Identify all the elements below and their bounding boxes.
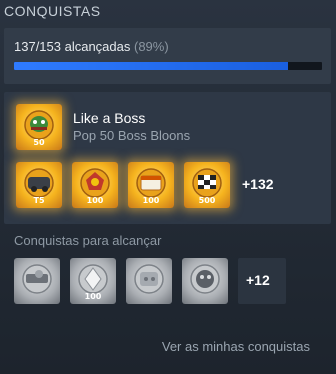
- progress-text: 137/153 alcançadas (89%): [14, 39, 169, 54]
- featured-achievement-icon[interactable]: 50: [16, 104, 62, 150]
- unlocked-achievements: 50 Like a Boss Pop 50 Boss Bloons T5 100: [4, 92, 331, 224]
- featured-badge-label: 50: [33, 138, 45, 147]
- achievement-icon[interactable]: 500: [184, 162, 230, 208]
- achievement-icon[interactable]: T5: [16, 162, 62, 208]
- more-locked-box[interactable]: +12: [238, 258, 286, 304]
- achievements-panel: CONQUISTAS 137/153 alcançadas (89%) 50 L…: [0, 0, 336, 374]
- more-locked-count: +12: [246, 272, 270, 288]
- badge-label: 500: [199, 196, 216, 205]
- badge-label: 100: [85, 292, 102, 301]
- locked-achievement-icon[interactable]: [14, 258, 60, 304]
- locked-achievement-icon[interactable]: [182, 258, 228, 304]
- featured-achievement-title: Like a Boss: [73, 110, 146, 126]
- locked-achievement-icon[interactable]: [126, 258, 172, 304]
- locked-heading: Conquistas para alcançar: [14, 233, 162, 248]
- badge-label: 100: [87, 196, 104, 205]
- progress-bar: [14, 62, 322, 70]
- view-my-achievements-link[interactable]: Ver as minhas conquistas: [162, 339, 310, 354]
- section-title: CONQUISTAS: [4, 3, 101, 19]
- locked-achievements: Conquistas para alcançar 100 +12: [4, 228, 331, 312]
- badge-label: 100: [143, 196, 160, 205]
- badge-label: T5: [33, 196, 44, 205]
- progress-percent: (89%): [134, 39, 169, 54]
- progress-bar-fill: [14, 62, 289, 70]
- progress-box: 137/153 alcançadas (89%): [4, 28, 331, 84]
- progress-summary: 137/153 alcançadas: [14, 39, 131, 54]
- featured-achievement-description: Pop 50 Boss Bloons: [73, 128, 191, 143]
- achievement-icon[interactable]: 100: [128, 162, 174, 208]
- locked-achievement-icon[interactable]: 100: [70, 258, 116, 304]
- more-unlocked-count[interactable]: +132: [242, 176, 274, 192]
- achievement-icon[interactable]: 100: [72, 162, 118, 208]
